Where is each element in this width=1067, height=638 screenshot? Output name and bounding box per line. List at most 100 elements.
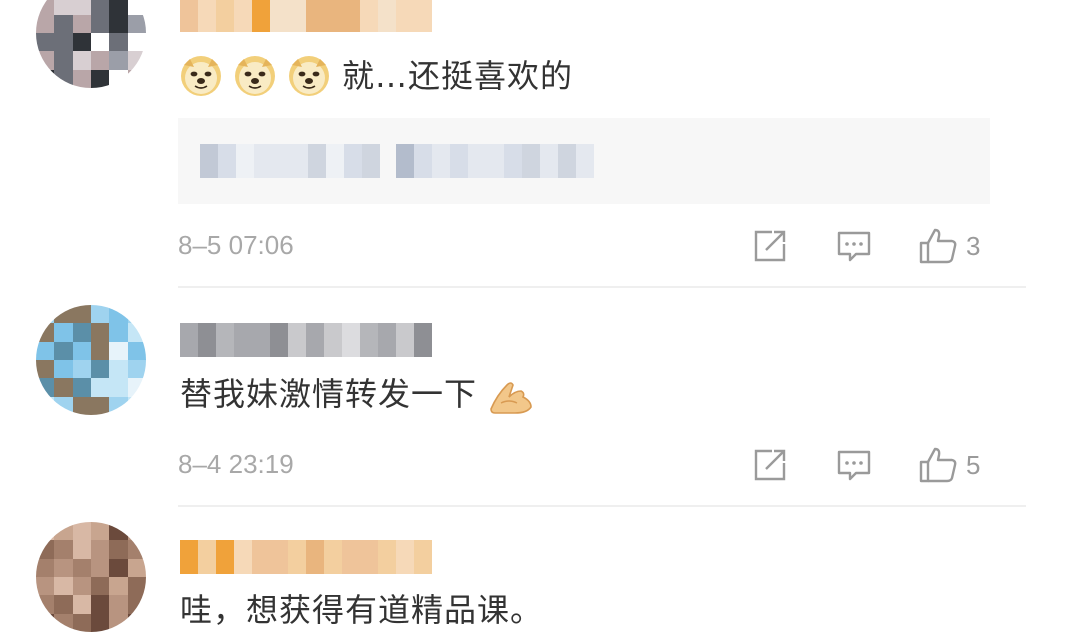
mosaic-pixel <box>127 360 146 379</box>
avatar[interactable] <box>36 0 146 88</box>
mosaic-pixel <box>36 341 55 360</box>
comment-icon <box>837 231 871 262</box>
mosaic-pixel <box>91 51 110 70</box>
mosaic-pixel <box>127 51 146 70</box>
mosaic-pixel <box>91 558 110 577</box>
mosaic-pixel <box>127 577 146 596</box>
mosaic-block <box>216 540 234 574</box>
mosaic-pixel <box>91 522 110 541</box>
mosaic-pixel <box>127 595 146 614</box>
mosaic-pixel <box>72 51 91 70</box>
mosaic-block <box>270 540 288 574</box>
mosaic-block <box>252 323 270 357</box>
mosaic-pixel <box>54 51 73 70</box>
mosaic-pixel <box>72 305 91 324</box>
mosaic-block <box>254 144 272 178</box>
comment-icon <box>837 450 871 481</box>
mosaic-block <box>218 144 236 178</box>
mosaic-pixel <box>36 577 55 596</box>
avatar[interactable] <box>36 305 146 415</box>
mosaic-block <box>342 540 360 574</box>
username[interactable] <box>180 323 432 357</box>
mosaic-pixel <box>54 613 73 632</box>
share-button[interactable] <box>752 226 788 266</box>
reply-button[interactable] <box>836 445 872 485</box>
mosaic-block <box>288 0 306 32</box>
mosaic-pixel <box>109 522 128 541</box>
mosaic-block <box>252 0 270 32</box>
mosaic-pixel <box>127 558 146 577</box>
divider <box>178 505 1026 507</box>
mosaic-block <box>234 0 252 32</box>
username[interactable] <box>180 540 432 574</box>
mosaic-pixel <box>54 33 73 52</box>
mosaic-pixel <box>36 360 55 379</box>
mosaic-pixel <box>109 540 128 559</box>
mosaic-block <box>414 323 432 357</box>
mosaic-pixel <box>91 341 110 360</box>
mosaic-block <box>198 323 216 357</box>
quoted-reply[interactable] <box>178 118 990 204</box>
mosaic-block <box>306 323 324 357</box>
mosaic-pixel <box>91 396 110 415</box>
mosaic-pixel <box>36 595 55 614</box>
mosaic-block <box>288 323 306 357</box>
avatar[interactable] <box>36 522 146 632</box>
reply-button[interactable] <box>836 226 872 266</box>
mosaic-pixel <box>72 577 91 596</box>
timestamp: 8–5 07:06 <box>178 230 294 260</box>
mosaic-pixel <box>109 69 128 88</box>
mosaic-pixel <box>54 522 73 541</box>
like-button[interactable]: 3 <box>918 226 980 266</box>
folded-hands-emoji-icon <box>490 382 532 414</box>
mosaic-block <box>324 540 342 574</box>
mosaic-pixel <box>72 558 91 577</box>
mosaic-pixel <box>54 69 73 88</box>
mosaic-block <box>486 144 504 178</box>
mosaic-pixel <box>72 595 91 614</box>
mosaic-pixel <box>36 540 55 559</box>
mosaic-block <box>324 0 342 32</box>
mosaic-block <box>180 540 198 574</box>
mosaic-block <box>234 540 252 574</box>
mosaic-pixel <box>91 33 110 52</box>
doge-emoji-icon <box>181 56 221 96</box>
mosaic-block <box>272 144 290 178</box>
mosaic-pixel <box>54 341 73 360</box>
mosaic-block <box>344 144 362 178</box>
mosaic-block <box>198 540 216 574</box>
mosaic-block <box>450 144 468 178</box>
username[interactable] <box>180 0 432 32</box>
mosaic-pixel <box>109 378 128 397</box>
mosaic-pixel <box>109 613 128 632</box>
mosaic-block <box>288 540 306 574</box>
mosaic-pixel <box>91 305 110 324</box>
mosaic-block <box>216 323 234 357</box>
thumbs-up-icon <box>919 447 957 483</box>
mosaic-pixel <box>91 577 110 596</box>
mosaic-block <box>306 540 324 574</box>
mosaic-block <box>468 144 486 178</box>
mosaic-block <box>326 144 344 178</box>
mosaic-pixel <box>109 323 128 342</box>
mosaic-pixel <box>109 341 128 360</box>
mosaic-block <box>342 0 360 32</box>
mosaic-pixel <box>109 595 128 614</box>
mosaic-pixel <box>109 305 128 324</box>
quoted-reply-text <box>200 144 380 178</box>
mosaic-block <box>360 0 378 32</box>
like-button[interactable]: 5 <box>918 445 980 485</box>
mosaic-block <box>378 0 396 32</box>
mosaic-pixel <box>54 0 73 15</box>
mosaic-pixel <box>127 396 146 415</box>
mosaic-block <box>362 144 380 178</box>
mosaic-pixel <box>109 0 128 15</box>
share-button[interactable] <box>752 445 788 485</box>
doge-emoji-group <box>180 55 342 97</box>
mosaic-pixel <box>91 69 110 88</box>
mosaic-block <box>558 144 576 178</box>
mosaic-pixel <box>54 577 73 596</box>
mosaic-pixel <box>36 378 55 397</box>
comment-meta: 8–4 23:19 5 <box>178 445 998 485</box>
mosaic-block <box>396 540 414 574</box>
